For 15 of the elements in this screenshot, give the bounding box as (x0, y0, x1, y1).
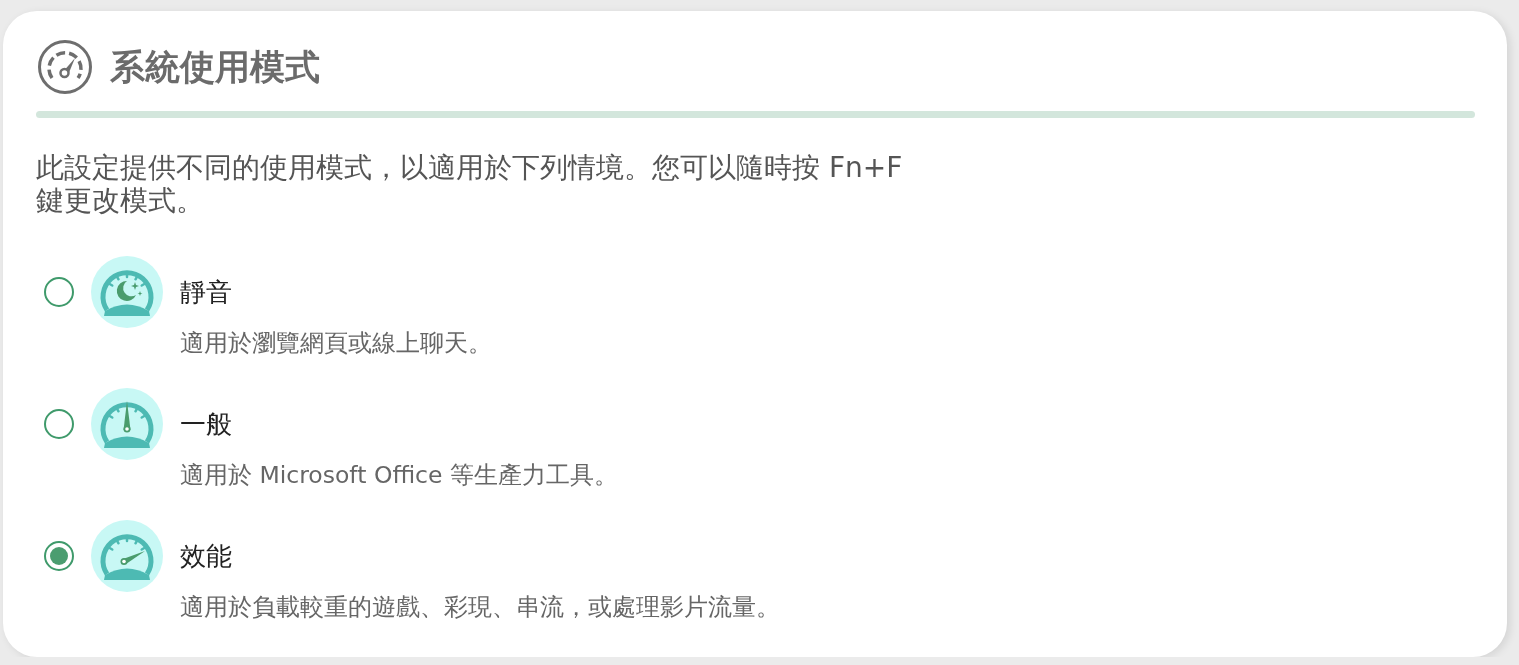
gauge-icon (91, 520, 163, 592)
radio-button[interactable] (44, 541, 74, 571)
mode-description: 適用於 Microsoft Office 等生產力工具。 (180, 460, 618, 490)
mode-description: 適用於負載較重的遊戲、彩現、串流，或處理影片流量。 (180, 592, 780, 622)
mode-name: 一般 (180, 408, 232, 440)
gauge-icon (91, 388, 163, 460)
mode-name: 效能 (180, 540, 232, 572)
radio-button[interactable] (44, 277, 74, 307)
gauge-icon (38, 40, 92, 94)
intro-text: 此設定提供不同的使用模式，以適用於下列情境。您可以隨時按 Fn+F 鍵更改模式。 (36, 151, 904, 217)
mode-description: 適用於瀏覽網頁或線上聊天。 (180, 328, 492, 358)
mode-name: 靜音 (180, 276, 232, 308)
section-title: 系統使用模式 (110, 46, 320, 89)
gauge-moon-icon (91, 256, 163, 328)
radio-button[interactable] (44, 409, 74, 439)
